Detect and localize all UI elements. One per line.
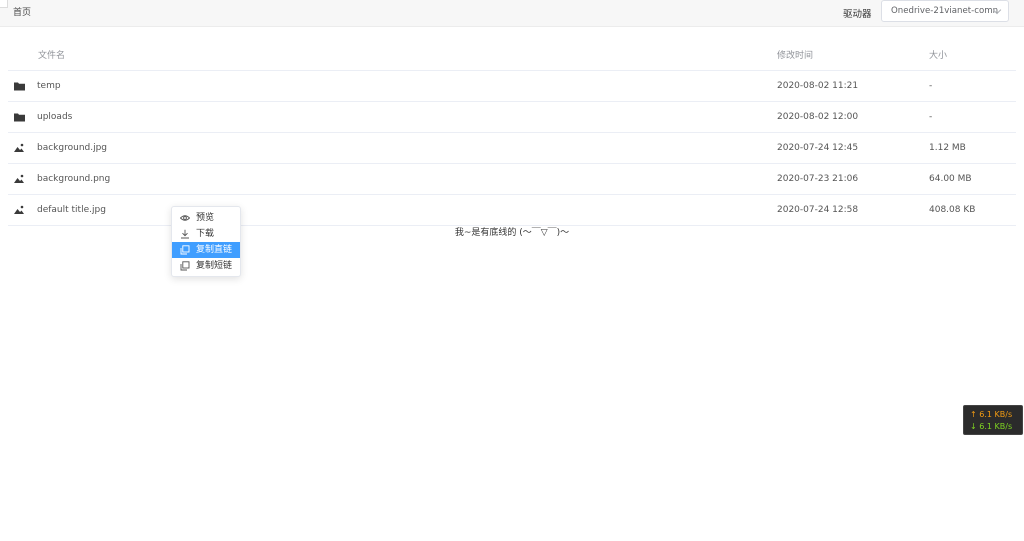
menu-item-copy-direct-link[interactable]: 复制直链 — [172, 242, 240, 258]
corner-mark — [0, 0, 8, 8]
file-modified: 2020-08-02 11:21 — [777, 81, 859, 91]
folder-icon — [14, 113, 25, 122]
image-icon — [14, 143, 24, 152]
download-speed: ↓ 6.1 KB/s — [970, 422, 1013, 431]
menu-item-download[interactable]: 下载 — [172, 226, 240, 242]
download-icon — [181, 229, 189, 239]
copy-icon — [180, 261, 190, 271]
file-name[interactable]: default title.jpg — [37, 205, 106, 215]
table-row[interactable]: default title.jpg 2020-07-24 12:58 408.0… — [8, 195, 1016, 226]
eye-icon — [180, 215, 190, 221]
file-name[interactable]: background.jpg — [37, 143, 107, 153]
file-modified: 2020-07-24 12:45 — [777, 143, 859, 153]
file-modified: 2020-07-24 12:58 — [777, 205, 859, 215]
menu-item-label: 复制短链 — [196, 261, 233, 271]
image-icon — [14, 205, 24, 214]
table-row[interactable]: background.png 2020-07-23 21:06 64.00 MB — [8, 164, 1016, 195]
column-header-size[interactable]: 大小 — [929, 48, 947, 61]
folder-icon — [14, 82, 25, 91]
menu-item-copy-short-link[interactable]: 复制短链 — [172, 258, 240, 274]
table-row[interactable]: background.jpg 2020-07-24 12:45 1.12 MB — [8, 133, 1016, 164]
top-bar: 首页 驱动器 Onedrive-21vianet-comn — [0, 0, 1024, 27]
column-header-name[interactable]: 文件名 — [38, 48, 65, 61]
menu-item-label: 预览 — [196, 213, 215, 223]
file-size: - — [929, 81, 933, 91]
end-of-list-text: 我~是有底线的 (～￣▽￣)～ — [454, 228, 570, 238]
file-table: 文件名 修改时间 大小 temp 2020-08-02 11:21 - uplo… — [8, 40, 1016, 226]
context-menu: 预览 下载 复制直链 复制短链 — [171, 206, 241, 277]
breadcrumb-home[interactable]: 首页 — [13, 5, 31, 18]
file-size: 1.12 MB — [929, 143, 966, 153]
drive-select-value: Onedrive-21vianet-comn — [891, 6, 999, 16]
file-name[interactable]: background.png — [37, 174, 110, 184]
file-modified: 2020-08-02 12:00 — [777, 112, 859, 122]
file-size: - — [929, 112, 933, 122]
network-speed-widget[interactable]: ↑ 6.1 KB/s ↓ 6.1 KB/s — [963, 405, 1023, 435]
drive-select[interactable]: Onedrive-21vianet-comn — [881, 0, 1009, 22]
file-modified: 2020-07-23 21:06 — [777, 174, 859, 184]
copy-icon — [180, 245, 190, 255]
menu-item-label: 复制直链 — [196, 245, 233, 255]
file-name[interactable]: uploads — [37, 112, 72, 122]
file-size: 408.08 KB — [929, 205, 976, 215]
table-row[interactable]: temp 2020-08-02 11:21 - — [8, 71, 1016, 102]
file-size: 64.00 MB — [929, 174, 972, 184]
menu-item-label: 下载 — [196, 229, 215, 239]
file-name[interactable]: temp — [37, 81, 61, 91]
drive-label: 驱动器 — [843, 9, 872, 20]
table-row[interactable]: uploads 2020-08-02 12:00 - — [8, 102, 1016, 133]
menu-item-preview[interactable]: 预览 — [172, 210, 240, 226]
column-header-modified[interactable]: 修改时间 — [777, 48, 813, 61]
upload-speed: ↑ 6.1 KB/s — [970, 410, 1013, 419]
table-header: 文件名 修改时间 大小 — [8, 40, 1016, 71]
image-icon — [14, 174, 24, 183]
